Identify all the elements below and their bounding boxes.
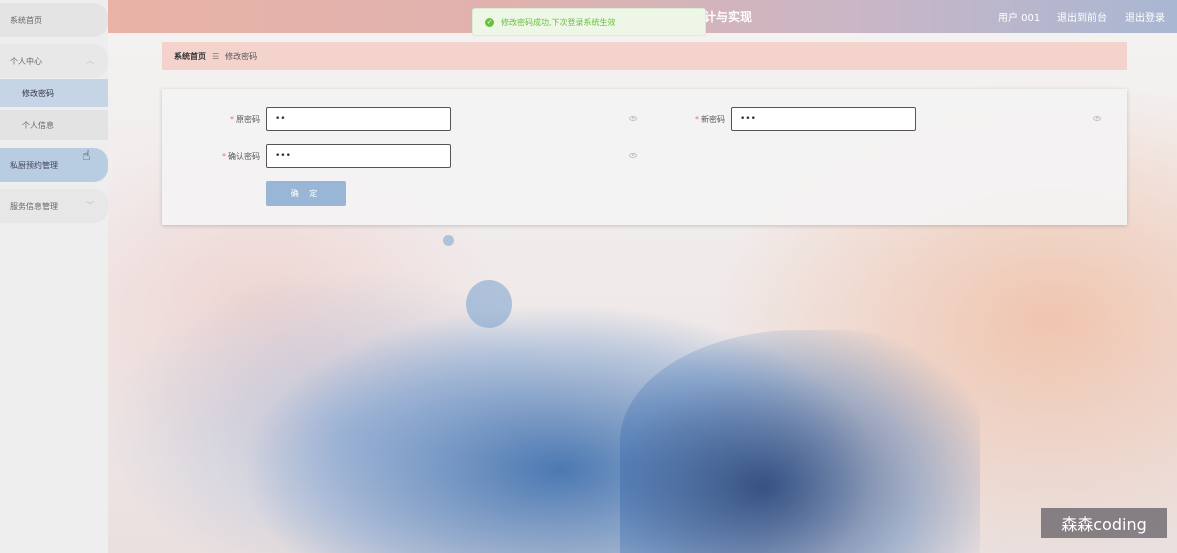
breadcrumb-current: 修改密码 <box>225 51 258 61</box>
sidebar-item-service-info[interactable]: 服务信息管理 ﹀ <box>0 189 108 223</box>
sidebar-item-label: 个人中心 <box>10 56 42 66</box>
confirm-password-input[interactable] <box>266 144 451 168</box>
breadcrumb: 系统首页 ☰ 修改密码 <box>162 42 1127 70</box>
sidebar-item-label: 系统首页 <box>10 15 42 25</box>
logout-link[interactable]: 退出登录 <box>1125 9 1165 24</box>
breadcrumb-separator: ☰ <box>212 51 220 61</box>
watermark-text: 森森coding <box>1061 515 1147 534</box>
check-circle-icon: ✓ <box>485 17 494 27</box>
old-password-label: * 原密码 <box>230 115 260 124</box>
sidebar-item-label: 私厨预约管理 <box>10 160 58 170</box>
background-bubble <box>466 280 512 328</box>
sidebar-item-label: 修改密码 <box>22 88 54 98</box>
chevron-up-icon: ︿ <box>86 56 94 65</box>
sidebar: 系统首页 个人中心 ︿ 修改密码 个人信息 私厨预约管理 服务信息管理 ﹀ <box>0 0 108 553</box>
sidebar-item-personal-center[interactable]: 个人中心 ︿ <box>0 44 108 78</box>
eye-icon[interactable] <box>629 116 637 121</box>
background-ink-blot <box>620 330 980 553</box>
breadcrumb-home[interactable]: 系统首页 <box>174 51 206 62</box>
sidebar-item-personal-info[interactable]: 个人信息 <box>0 110 108 140</box>
background-bubble <box>443 235 454 246</box>
sidebar-item-home[interactable]: 系统首页 <box>0 3 108 37</box>
back-to-front-link[interactable]: 退出到前台 <box>1057 9 1107 24</box>
new-password-input[interactable] <box>731 107 916 131</box>
hand-cursor-icon: ☝ <box>82 148 91 164</box>
system-title: 计与实现 <box>704 10 753 24</box>
confirm-password-label: * 确认密码 <box>222 152 260 161</box>
sidebar-item-label: 服务信息管理 <box>10 201 58 211</box>
current-user-label: 用户 001 <box>998 13 1041 24</box>
submit-button[interactable]: 确 定 <box>266 181 346 206</box>
eye-icon[interactable] <box>629 153 637 158</box>
watermark: 森森coding <box>1041 508 1167 538</box>
eye-icon[interactable] <box>1093 116 1101 121</box>
new-password-label: * 新密码 <box>695 115 725 124</box>
success-toast: ✓ 修改密码成功,下次登录系统生效 <box>472 8 706 36</box>
change-password-form: *原密码 *新密码 *确认密码 确 定 <box>162 89 1127 225</box>
sidebar-item-change-password[interactable]: 修改密码 <box>0 79 108 107</box>
old-password-input[interactable] <box>266 107 451 131</box>
toast-message: 修改密码成功,下次登录系统生效 <box>501 17 616 27</box>
sidebar-item-label: 个人信息 <box>22 120 54 130</box>
sidebar-item-chef-booking[interactable]: 私厨预约管理 <box>0 148 108 182</box>
chevron-down-icon: ﹀ <box>86 201 94 210</box>
